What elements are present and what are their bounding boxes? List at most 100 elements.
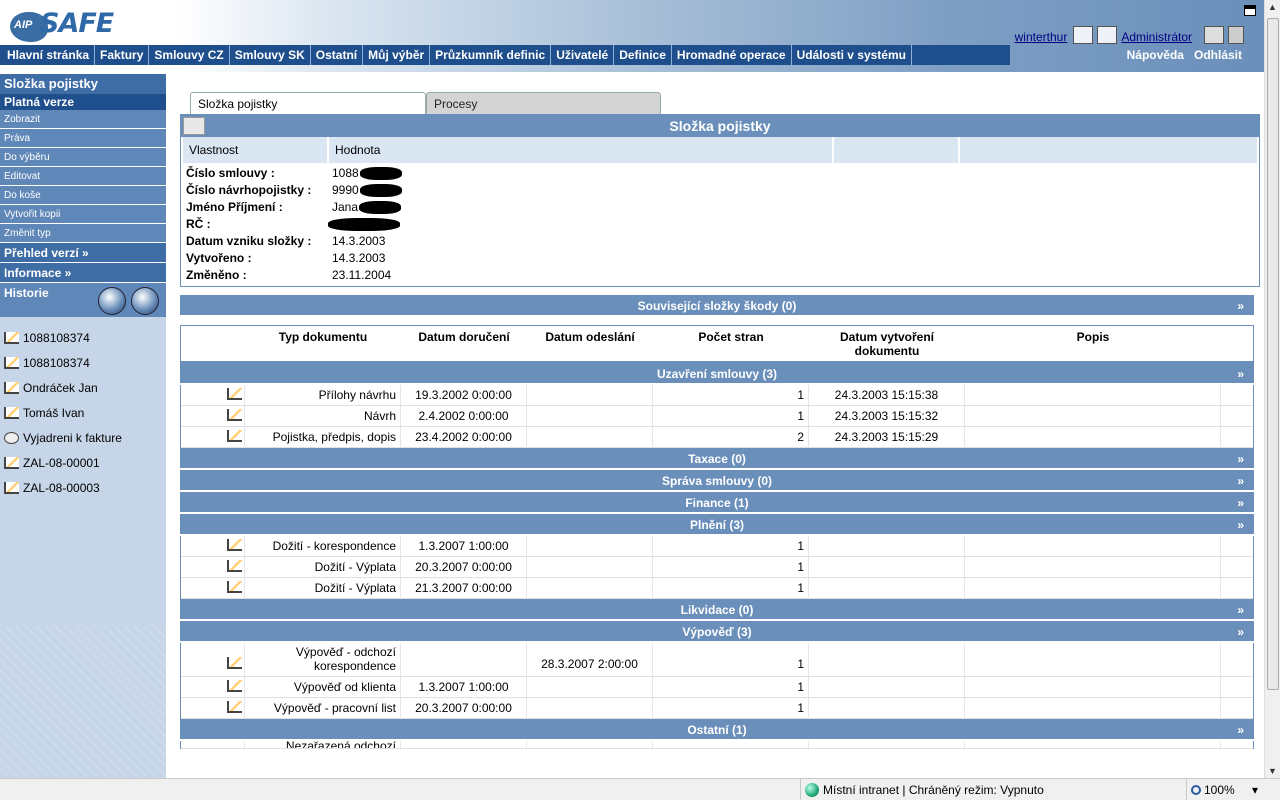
history-item[interactable]: 1088108374 (0, 350, 166, 375)
history-item[interactable]: 1088108374 (0, 325, 166, 350)
col-description[interactable]: Popis (965, 326, 1221, 361)
nav-item-10[interactable]: Události v systému (792, 45, 912, 65)
redaction-mark (359, 184, 402, 197)
document-icon[interactable] (227, 538, 242, 551)
col-received[interactable]: Datum doručení (401, 326, 527, 361)
user-card-icon[interactable] (1073, 26, 1094, 44)
sidebar-link-1[interactable]: Práva (0, 129, 166, 148)
expand-arrow-icon[interactable]: » (1237, 492, 1244, 514)
history-item[interactable]: ZAL-08-00003 (0, 475, 166, 500)
nav-item-1[interactable]: Faktury (95, 45, 150, 65)
nav-item-9[interactable]: Hromadné operace (672, 45, 792, 65)
group-bar[interactable]: Plnění (3) » (180, 514, 1254, 536)
expand-arrow-icon[interactable]: » (1237, 295, 1244, 317)
table-row[interactable]: Přílohy návrhu 19.3.2002 0:00:00 1 24.3.200… (181, 384, 1253, 406)
sidebar-link-0[interactable]: Zobrazit (0, 110, 166, 129)
computer-icon[interactable] (1204, 26, 1224, 44)
cell-pages (653, 741, 809, 748)
expand-arrow-icon[interactable]: » (1237, 599, 1244, 621)
col-doc-type[interactable]: Typ dokumentu (245, 326, 401, 361)
expand-arrow-icon[interactable]: » (1237, 621, 1244, 643)
nav-item-5[interactable]: Můj výběr (363, 45, 431, 65)
document-icon[interactable] (227, 700, 242, 713)
nav-item-2[interactable]: Smlouvy CZ (149, 45, 230, 65)
user-role-link[interactable]: Administrátor (1121, 30, 1192, 44)
group-bar[interactable]: Uzavření smlouvy (3) » (180, 363, 1254, 385)
document-icon[interactable] (227, 656, 242, 669)
user-link[interactable]: winterthur (1015, 30, 1068, 44)
history-clear-icon[interactable] (131, 287, 159, 315)
history-item[interactable]: ZAL-08-00001 (0, 450, 166, 475)
document-icon[interactable] (227, 559, 242, 572)
col-created[interactable]: Datum vytvoření dokumentu (809, 326, 965, 361)
document-icon[interactable] (227, 408, 242, 421)
sidebar-link-6[interactable]: Změnit typ (0, 224, 166, 243)
vertical-scrollbar[interactable]: ▲ ▼ (1264, 0, 1280, 778)
aipsafe-logo[interactable]: AIP SAFE (10, 8, 120, 42)
expand-arrow-icon[interactable]: » (1237, 719, 1244, 741)
history-item[interactable]: Ondráček Jan (0, 375, 166, 400)
nav-item-8[interactable]: Definice (614, 45, 672, 65)
tab-processes[interactable]: Procesy (426, 92, 661, 114)
related-claims-bar[interactable]: Související složky škody (0) » (180, 295, 1254, 317)
group-bar[interactable]: Finance (1) » (180, 492, 1254, 514)
expand-arrow-icon[interactable]: » (1237, 514, 1244, 536)
sidebar-link-2[interactable]: Do výběru (0, 148, 166, 167)
sidebar-link-5[interactable]: Vytvořit kopii (0, 205, 166, 224)
nav-item-7[interactable]: Uživatelé (551, 45, 615, 65)
table-row[interactable]: Nezařazená odchozí (181, 741, 1253, 749)
table-row[interactable]: Výpověď - pracovní list 20.3.2007 0:00:00… (181, 697, 1253, 719)
group-bar[interactable]: Výpověď (3) » (180, 621, 1254, 643)
table-row[interactable]: Návrh 2.4.2002 0:00:00 1 24.3.2003 15:15:32 (181, 405, 1253, 427)
security-zone[interactable]: Místní intranet | Chráněný režim: Vypnut… (800, 779, 1044, 800)
col-sent[interactable]: Datum odeslání (527, 326, 653, 361)
scroll-up-icon[interactable]: ▲ (1268, 2, 1277, 12)
scroll-down-icon[interactable]: ▼ (1268, 766, 1277, 776)
info-link[interactable]: Informace » (0, 263, 166, 283)
logout-link[interactable]: Odhlásit (1194, 48, 1242, 62)
lock-icon[interactable] (1228, 26, 1244, 44)
expand-arrow-icon[interactable]: » (1237, 363, 1244, 385)
document-icon[interactable] (227, 429, 242, 442)
nav-item-3[interactable]: Smlouvy SK (230, 45, 311, 65)
group-bar[interactable]: Správa smlouvy (0) » (180, 470, 1254, 492)
zoom-dropdown-icon[interactable]: ▾ (1252, 783, 1258, 797)
table-row[interactable]: Výpověď od klienta 1.3.2007 1:00:00 1 (181, 676, 1253, 698)
sidebar-link-4[interactable]: Do koše (0, 186, 166, 205)
expand-arrow-icon[interactable]: » (1237, 470, 1244, 492)
tab-policy-folder[interactable]: Složka pojistky (190, 92, 426, 114)
history-search-icon[interactable] (98, 287, 126, 315)
cell-doc-type: Nezařazená odchozí (245, 741, 401, 748)
nav-item-4[interactable]: Ostatní (311, 45, 364, 65)
panel-title: Složka pojistky (669, 118, 771, 134)
id-card-icon[interactable] (1097, 26, 1118, 44)
history-list: 1088108374 1088108374 Ondráček Jan Tomáš Iv… (0, 317, 166, 500)
edit-icon[interactable] (183, 117, 205, 135)
table-row[interactable]: Dožití - Výplata 20.3.2007 0:00:00 1 (181, 556, 1253, 578)
history-item[interactable]: Tomáš Ivan (0, 400, 166, 425)
zoom-control[interactable]: 100% ▾ (1186, 779, 1258, 800)
row-icon-cell (181, 535, 245, 557)
history-item[interactable]: Vyjadreni k fakture (0, 425, 166, 450)
help-link[interactable]: Nápověda (1127, 48, 1184, 62)
table-row[interactable]: Dožití - Výplata 21.3.2007 0:00:00 1 (181, 577, 1253, 599)
scrollbar-thumb[interactable] (1267, 18, 1279, 690)
version-overview-link[interactable]: Přehled verzí » (0, 243, 166, 263)
table-row[interactable]: Výpověď - odchozí korespondence 28.3.2007… (181, 642, 1253, 677)
maximize-window-icon[interactable] (1244, 5, 1256, 16)
document-icon[interactable] (227, 679, 242, 692)
sidebar-link-3[interactable]: Editovat (0, 167, 166, 186)
expand-arrow-icon[interactable]: » (1237, 448, 1244, 470)
group-bar[interactable]: Ostatní (1) » (180, 719, 1254, 741)
table-row[interactable]: Dožití - korespondence 1.3.2007 1:00:00 1 (181, 535, 1253, 557)
nav-item-0[interactable]: Hlavní stránka (2, 45, 96, 65)
cell-sent (527, 535, 653, 557)
document-icon[interactable] (227, 387, 242, 400)
group-bar[interactable]: Likvidace (0) » (180, 599, 1254, 621)
group-bar[interactable]: Taxace (0) » (180, 448, 1254, 470)
document-icon[interactable] (227, 580, 242, 593)
nav-item-6[interactable]: Průzkumník definic (430, 45, 552, 65)
table-row[interactable]: Pojistka, předpis, dopis 23.4.2002 0:00:0… (181, 426, 1253, 448)
col-icon (181, 326, 245, 361)
col-pages[interactable]: Počet stran (653, 326, 809, 361)
